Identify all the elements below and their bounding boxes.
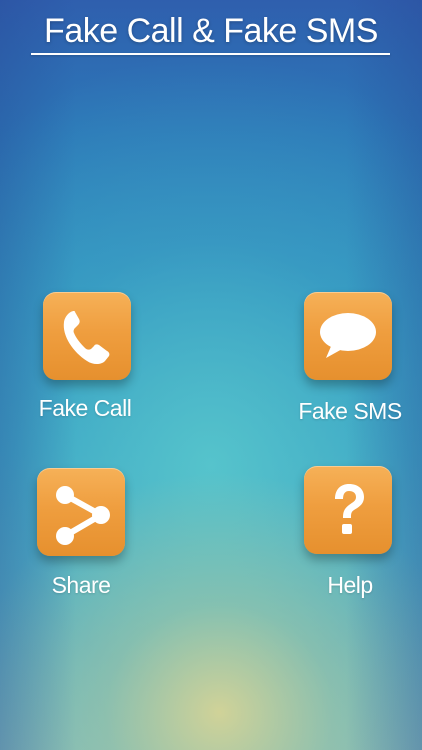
fake-sms-button[interactable]	[304, 292, 392, 380]
help-label[interactable]: Help	[285, 572, 415, 599]
share-button[interactable]	[37, 468, 125, 556]
share-label[interactable]: Share	[16, 572, 146, 599]
chat-bubble-icon	[320, 313, 376, 358]
help-button[interactable]	[304, 466, 392, 554]
fake-sms-label[interactable]: Fake SMS	[285, 398, 415, 425]
fake-call-label[interactable]: Fake Call	[20, 395, 150, 422]
question-mark-icon	[335, 484, 364, 534]
phone-icon	[63, 311, 110, 364]
share-icon	[56, 486, 110, 545]
title-underline	[31, 53, 390, 55]
app-title: Fake Call & Fake SMS	[44, 12, 378, 50]
fake-call-button[interactable]	[43, 292, 131, 380]
